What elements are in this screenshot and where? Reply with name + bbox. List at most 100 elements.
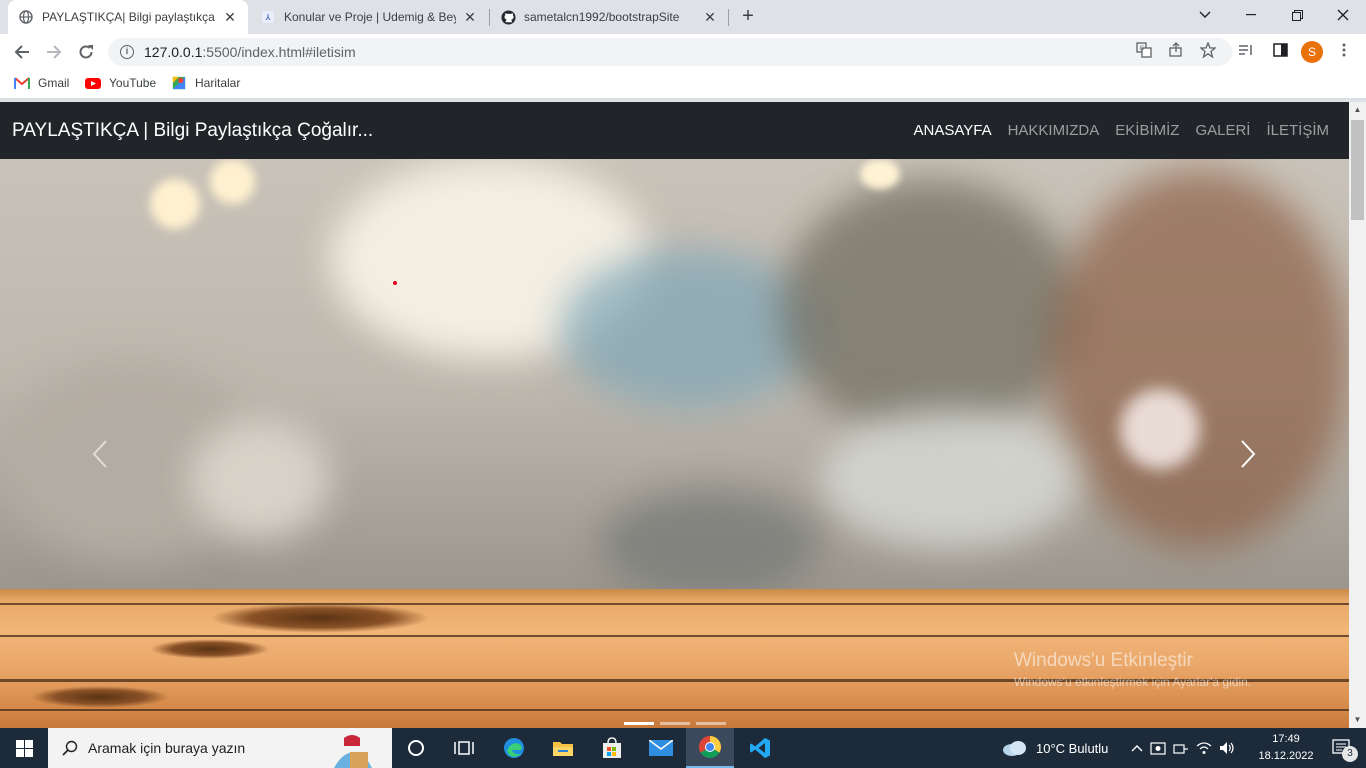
task-view-icon	[454, 741, 474, 755]
security-icon[interactable]	[1150, 740, 1166, 756]
address-bar[interactable]: i 127.0.0.1:5500/index.html#iletisim	[108, 38, 1232, 66]
tab-title: Konular ve Proje | Udemig & Bey	[284, 10, 456, 24]
tab-title: PAYLAŞTIKÇA| Bilgi paylaştıkça ço	[42, 10, 216, 24]
chevron-right-icon	[1241, 440, 1256, 468]
taskbar-edge[interactable]	[490, 728, 538, 768]
bookmark-youtube[interactable]: YouTube	[85, 76, 156, 90]
activation-watermark: Windows'u Etkinleştir Windows'u etkinleş…	[1014, 650, 1252, 689]
taskbar-chrome[interactable]	[686, 728, 734, 768]
bookmark-star-icon[interactable]	[1198, 40, 1218, 60]
chevron-left-icon	[92, 440, 107, 468]
wifi-icon[interactable]	[1196, 741, 1212, 755]
close-tab-icon[interactable]: ✕	[222, 9, 238, 26]
tab-udemig[interactable]: ⅄ Konular ve Proje | Udemig & Bey ✕	[250, 0, 488, 34]
carousel-indicators	[624, 722, 726, 725]
bookmarks-bar: Gmail YouTube Haritalar	[0, 70, 1366, 99]
close-tab-icon[interactable]: ✕	[462, 9, 478, 26]
tab-separator	[728, 9, 729, 26]
reading-list-icon[interactable]	[1236, 40, 1256, 60]
nav-galeri[interactable]: GALERİ	[1195, 122, 1250, 139]
new-tab-button[interactable]: +	[737, 5, 759, 29]
svg-text:⅄: ⅄	[265, 13, 271, 22]
taskbar-mail[interactable]	[637, 728, 685, 768]
share-icon[interactable]	[1166, 40, 1186, 60]
volume-icon[interactable]	[1219, 741, 1235, 755]
tab-github[interactable]: sametalcn1992/bootstrapSite ✕	[490, 0, 728, 34]
carousel-indicator-1[interactable]	[624, 722, 654, 725]
carousel-indicator-2[interactable]	[660, 722, 690, 725]
youtube-icon	[85, 78, 101, 89]
taskbar-store[interactable]	[588, 728, 636, 768]
chrome-icon	[699, 736, 721, 758]
network-adapter-icon[interactable]	[1173, 741, 1189, 755]
site-menu: ANASAYFA HAKKIMIZDA EKİBİMİZ GALERİ İLET…	[913, 122, 1329, 139]
address-url: 127.0.0.1:5500/index.html#iletisim	[144, 44, 356, 60]
gmail-icon	[14, 77, 30, 89]
site-info-icon[interactable]: i	[120, 45, 134, 59]
notification-count-badge: 3	[1342, 746, 1358, 762]
windows-logo-icon	[15, 739, 33, 757]
taskbar-file-explorer[interactable]	[539, 728, 587, 768]
bokeh-highlight	[600, 489, 820, 599]
taskbar-clock[interactable]: 17:49 18.12.2022	[1250, 731, 1322, 765]
weather-widget[interactable]: 10°C Bulutlu	[1002, 728, 1108, 768]
back-button[interactable]	[8, 38, 36, 66]
cortana-circle-icon	[408, 740, 424, 756]
cursor-dot	[393, 281, 397, 285]
folder-icon	[553, 742, 573, 756]
tab-search-chevron-icon[interactable]	[1182, 0, 1228, 30]
forward-button[interactable]	[40, 38, 68, 66]
browser-toolbar: i 127.0.0.1:5500/index.html#iletisim G S	[0, 34, 1366, 70]
bokeh-highlight	[210, 159, 255, 204]
wood-knot	[150, 639, 270, 659]
windows-taskbar: Aramak için buraya yazın 10°C Bulutlu 17…	[0, 728, 1366, 768]
scrollbar-thumb[interactable]	[1351, 120, 1364, 220]
minimize-button[interactable]	[1228, 0, 1274, 30]
chevron-up-icon[interactable]	[1131, 744, 1143, 752]
widgets-button[interactable]	[440, 728, 488, 768]
wood-knot	[30, 686, 170, 708]
reload-button[interactable]	[72, 38, 100, 66]
side-panel-icon[interactable]	[1270, 40, 1290, 60]
task-view-button[interactable]	[392, 728, 440, 768]
restore-button[interactable]	[1274, 0, 1320, 30]
notification-center-button[interactable]: 3	[1318, 728, 1366, 768]
page-viewport: PAYLAŞTIKÇA | Bilgi Paylaştıkça Çoğalır.…	[0, 102, 1349, 728]
profile-avatar[interactable]: S	[1301, 41, 1323, 63]
close-tab-icon[interactable]: ✕	[702, 9, 718, 26]
scroll-up-arrow-icon[interactable]: ▲	[1349, 102, 1366, 118]
site-brand[interactable]: PAYLAŞTIKÇA | Bilgi Paylaştıkça Çoğalır.…	[12, 120, 373, 142]
search-highlight-illustration-icon	[334, 735, 372, 768]
start-button[interactable]	[0, 728, 48, 768]
bokeh-highlight	[860, 159, 900, 189]
chrome-menu-icon[interactable]	[1334, 40, 1354, 60]
scroll-down-arrow-icon[interactable]: ▼	[1349, 712, 1366, 728]
store-icon	[603, 737, 621, 758]
bookmark-haritalar[interactable]: Haritalar	[171, 76, 240, 90]
page-scrollbar[interactable]: ▲ ▼	[1349, 102, 1366, 728]
svg-text:G: G	[1140, 45, 1145, 52]
maps-icon	[172, 76, 186, 90]
taskbar-vscode[interactable]	[736, 728, 784, 768]
carousel-next-button[interactable]	[1228, 429, 1268, 479]
carousel-indicator-3[interactable]	[696, 722, 726, 725]
translate-icon[interactable]: G	[1134, 40, 1154, 60]
system-tray	[1131, 728, 1235, 768]
nav-hakkimizda[interactable]: HAKKIMIZDA	[1008, 122, 1100, 139]
site-navbar: PAYLAŞTIKÇA | Bilgi Paylaştıkça Çoğalır.…	[0, 102, 1349, 159]
edge-icon	[504, 738, 524, 758]
nav-ekibimiz[interactable]: EKİBİMİZ	[1115, 122, 1179, 139]
carousel-prev-button[interactable]	[80, 429, 120, 479]
globe-icon	[18, 9, 34, 25]
close-window-button[interactable]	[1320, 0, 1366, 30]
nav-anasayfa[interactable]: ANASAYFA	[913, 122, 991, 139]
github-icon	[500, 9, 516, 25]
bookmark-gmail[interactable]: Gmail	[14, 76, 69, 90]
taskbar-search-box[interactable]: Aramak için buraya yazın	[48, 728, 392, 768]
cloud-icon	[1003, 741, 1026, 756]
wood-grain	[0, 635, 1349, 637]
bokeh-highlight	[150, 179, 200, 229]
tab-paylastikca[interactable]: PAYLAŞTIKÇA| Bilgi paylaştıkça ço ✕	[8, 0, 248, 34]
nav-iletisim[interactable]: İLETİŞİM	[1266, 122, 1329, 139]
vscode-icon	[750, 738, 770, 758]
